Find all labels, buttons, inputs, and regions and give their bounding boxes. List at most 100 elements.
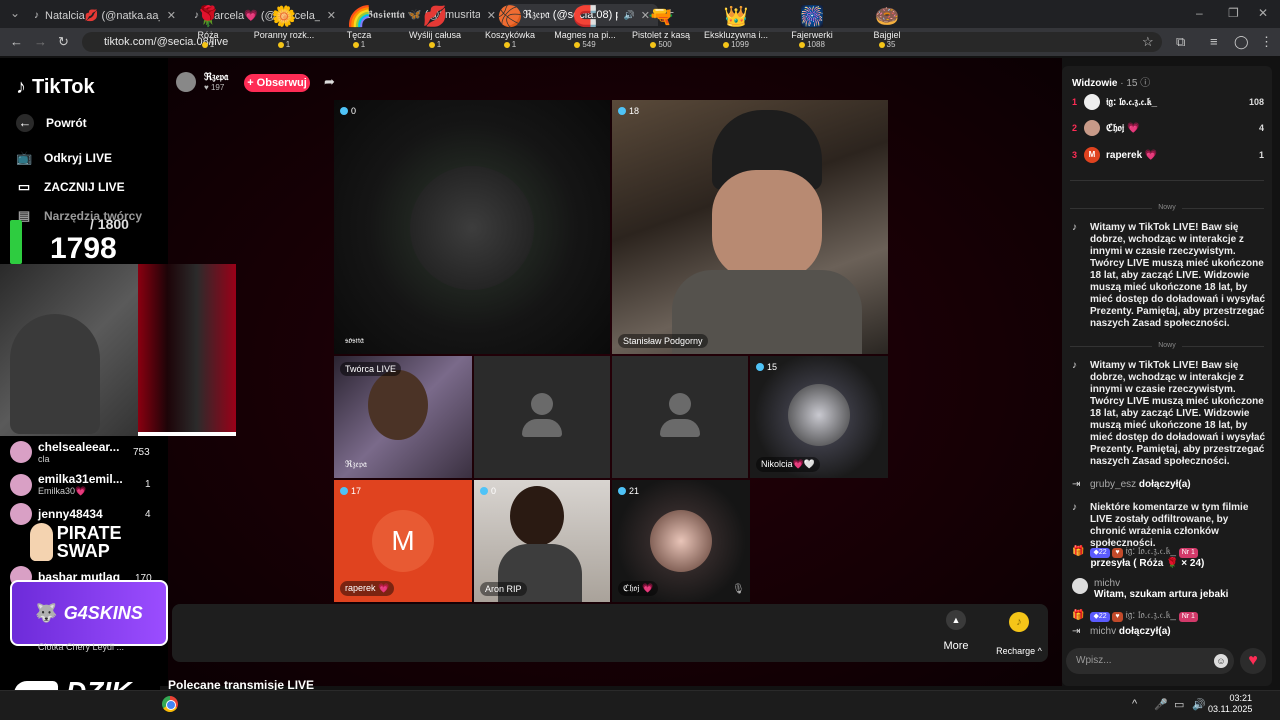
guest-video — [788, 384, 850, 446]
guest-tile[interactable]: 21 ℭ𝔥𝔬𝔧 💗 🎙 — [612, 480, 750, 602]
info-icon[interactable]: ⓘ — [1140, 78, 1150, 89]
host-tile[interactable]: Twórca LIVE ℜ𝔷𝔢𝔭𝔞 — [334, 356, 472, 478]
tiktok-logo[interactable]: ♪ TikTok — [16, 76, 95, 99]
volume-icon[interactable]: 🔊 — [1192, 698, 1206, 711]
avatar[interactable] — [1072, 578, 1088, 594]
gift-item[interactable]: 🧲 Magnes na pi... 549 — [547, 4, 623, 49]
bookmark-star-icon[interactable]: ☆ — [1142, 34, 1154, 50]
face-shape — [510, 486, 564, 546]
follow-button[interactable]: + Obserwuj — [244, 74, 310, 92]
restore-icon[interactable]: ❐ — [1228, 6, 1239, 20]
gift-item[interactable]: 🏀 Koszykówka 1 — [472, 4, 548, 49]
rank-number: 2 — [1072, 123, 1078, 133]
top-viewer-row[interactable]: 3 M raperek 💗 1 — [1072, 147, 1264, 163]
streamer-figure — [10, 314, 100, 434]
network-icon[interactable]: ▭ — [1174, 698, 1184, 711]
gift-item[interactable]: 💋 Wyślij całusa 1 — [397, 4, 473, 49]
guest-tile[interactable]: M 17 raperek 💗 — [334, 480, 472, 602]
chat-username[interactable]: michv — [1090, 626, 1116, 637]
guest-name: ℭ𝔥𝔬𝔧 💗 — [618, 581, 659, 596]
tab-list-icon[interactable]: ⌄ — [10, 6, 20, 20]
viewers-count: · 15 — [1120, 78, 1138, 89]
chat-username[interactable]: michv — [1094, 578, 1120, 589]
gift-price: 1088 — [774, 40, 850, 49]
top-viewer-row[interactable]: 1 𝔦𝔤: 𝔩𝔬.𝔠.𝔷.𝔠.𝔨_ 108 — [1072, 94, 1264, 110]
guest-tile[interactable]: 15 Nikolcia💗🤍 — [750, 356, 888, 478]
gift-item[interactable]: 🌼 Poranny rozk... 1 — [246, 4, 322, 49]
media-icon[interactable]: ≡ — [1210, 34, 1218, 49]
gift-item[interactable]: 🔫 Pistolet z kasą 500 — [623, 4, 699, 49]
microphone-icon[interactable]: 🎤 — [1154, 698, 1168, 711]
gift-item[interactable]: 🎆 Fajerwerki 1088 — [774, 4, 850, 49]
recharge-button[interactable]: ♪ Recharge ^ — [992, 608, 1046, 656]
person-placeholder-icon — [522, 393, 562, 441]
emoji-icon[interactable]: ☺ — [1214, 654, 1228, 668]
join-text: dołączył(a) — [1118, 626, 1171, 637]
minimize-icon[interactable]: – — [1196, 6, 1203, 20]
guest-tile[interactable]: 0 𝔰𝔬𝔰𝔫𝔞 — [334, 100, 610, 354]
chevron-up-icon[interactable]: ^ — [1132, 698, 1137, 710]
gift-item[interactable]: 🌹 Róża 1 — [170, 4, 246, 49]
chevron-up-icon: ▲ — [946, 610, 966, 630]
chat-username[interactable]: gruby_esz — [1090, 479, 1136, 490]
tiktok-icon: ♪ — [34, 9, 39, 21]
face-shape — [712, 170, 822, 280]
sidebar-item-start-live[interactable]: ▭ ZACZNIJ LIVE — [16, 179, 125, 195]
rank-number: 1 — [1072, 97, 1078, 107]
guest-tile[interactable]: 18 Stanisław Podgorny — [612, 100, 888, 354]
chat-username[interactable]: 𝔦𝔤: 𝔩𝔬.𝔠.𝔷.𝔠.𝔨_ — [1125, 546, 1176, 557]
filter-notice-text: Niektóre komentarze w tym filmie LIVE zo… — [1090, 502, 1249, 549]
extensions-icon[interactable]: ⧉ — [1176, 34, 1185, 50]
empty-seat-tile[interactable] — [474, 356, 610, 478]
crown-icon: 👑 — [723, 6, 749, 28]
like-heart-button[interactable]: ♥ — [1240, 648, 1266, 674]
avatar: M — [1084, 147, 1100, 163]
avatar — [10, 441, 32, 463]
kiss-icon: 💋 — [422, 6, 448, 28]
share-icon[interactable]: ➦ — [324, 74, 335, 90]
reload-icon[interactable]: ↻ — [58, 34, 69, 50]
empty-seat-tile[interactable] — [612, 356, 748, 478]
host-info[interactable]: ℜ𝔷𝔢𝔭𝔞 ♥ 197 — [176, 72, 228, 92]
more-gifts-button[interactable]: ▲ More — [938, 608, 974, 652]
coin-icon — [650, 41, 657, 48]
gift-name: Róża — [197, 30, 219, 40]
sidebar-item-discover-live[interactable]: 📺 Odkryj LIVE — [16, 150, 112, 166]
chat-input[interactable]: Wpisz... ☺ — [1066, 648, 1234, 674]
tab-natalcia[interactable]: ♪ Natalcia💋 (@natka.aa_) prowa... ✕ — [26, 4, 184, 26]
chrome-icon[interactable] — [162, 696, 178, 712]
back-label: Powrót — [46, 116, 87, 130]
gift-item[interactable]: 🌈 Tęcza 1 — [321, 4, 397, 49]
host-name: ℜ𝔷𝔢𝔭𝔞 — [204, 72, 229, 83]
profile-icon[interactable]: ◯ — [1234, 34, 1249, 50]
gift-item[interactable]: 👑 Ekskluzywna i... 1099 — [698, 4, 774, 49]
money-gun-icon: 🔫 — [648, 6, 674, 28]
avatar[interactable] — [176, 72, 196, 92]
join-icon: ⇥ — [1072, 626, 1081, 637]
gift-icon: 🎁 — [1072, 610, 1085, 621]
menu-icon[interactable]: ⋮ — [1260, 34, 1273, 50]
g4skins-text: G4SKINS — [63, 602, 143, 623]
system-clock[interactable]: 03:21 03.11.2025 — [1208, 693, 1252, 715]
flower-icon: 🌼 — [271, 6, 297, 28]
back-icon[interactable]: ← — [10, 34, 23, 49]
level-badge: ◆22 — [1090, 548, 1110, 558]
guest-counter: 15 — [756, 362, 777, 372]
coin-icon — [340, 487, 348, 495]
gift-name: Pistolet z kasą — [631, 30, 691, 40]
back-link[interactable]: ← Powrót — [16, 114, 87, 132]
forward-icon[interactable]: → — [34, 34, 47, 49]
chat-username[interactable]: 𝔦𝔤: 𝔩𝔬.𝔠.𝔷.𝔠.𝔨_ — [1125, 610, 1176, 621]
gift-message: 🎁 ◆22 ♥ 𝔦𝔤: 𝔩𝔬.𝔠.𝔷.𝔠.𝔨_ Nr 1 przesyła ( … — [1072, 546, 1266, 569]
window-close-icon[interactable]: ✕ — [1258, 6, 1268, 20]
gift-name: Wyślij całusa — [409, 30, 461, 40]
guest-tile[interactable]: 0 Aron RIP — [474, 480, 610, 602]
guest-initial: M — [372, 510, 434, 572]
skull-icon — [30, 523, 53, 561]
counter-value: 15 — [767, 362, 778, 372]
fan-badge: ♥ — [1112, 548, 1123, 558]
camera-icon: ▭ — [17, 179, 31, 194]
gift-item[interactable]: 🍩 Bajgiel 35 — [849, 4, 925, 49]
top-viewer-row[interactable]: 2 ℭ𝔥𝔬𝔧 💗 4 — [1072, 120, 1264, 136]
guest-counter: 0 — [340, 106, 356, 116]
